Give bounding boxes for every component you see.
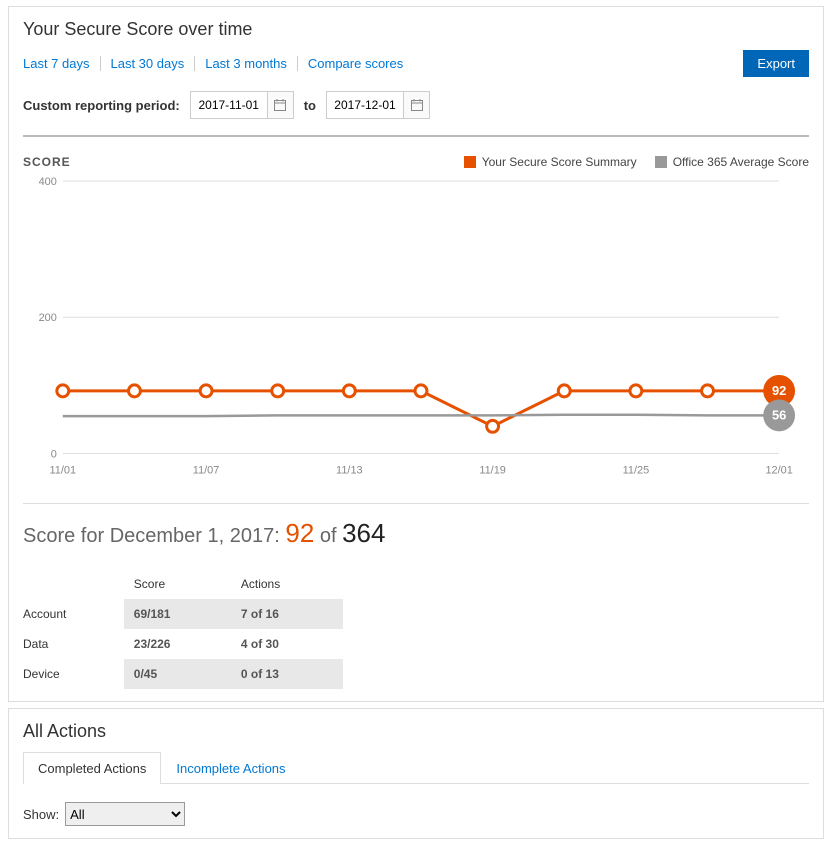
legend-item-your-score: Your Secure Score Summary — [464, 155, 637, 169]
breakdown-table: Score Actions Account69/1817 of 16Data23… — [23, 569, 343, 689]
score-chart: 0 200 400 11/01 11/07 11/13 11/19 11/25 12/01 92 5… — [23, 173, 809, 481]
svg-text:200: 200 — [39, 312, 57, 324]
row-label: Data — [23, 629, 124, 659]
custom-period-label: Custom reporting period: — [23, 98, 180, 113]
score-of-word: of — [314, 525, 342, 547]
show-label: Show: — [23, 807, 59, 822]
table-header-row: Score Actions — [23, 569, 343, 599]
top-options-row: Last 7 days Last 30 days Last 3 months C… — [23, 50, 809, 77]
table-row: Data23/2264 of 30 — [23, 629, 343, 659]
actions-tabs: Completed Actions Incomplete Actions — [23, 752, 809, 784]
range-last-3-months[interactable]: Last 3 months — [195, 56, 298, 71]
all-actions-panel: All Actions Completed Actions Incomplete… — [8, 708, 824, 839]
svg-text:11/13: 11/13 — [336, 464, 363, 476]
calendar-icon[interactable] — [267, 92, 293, 118]
svg-text:0: 0 — [51, 449, 57, 461]
score-current: 92 — [285, 518, 314, 548]
legend-label: Office 365 Average Score — [673, 155, 809, 169]
tab-completed-actions[interactable]: Completed Actions — [23, 752, 161, 784]
range-last-7-days[interactable]: Last 7 days — [23, 56, 101, 71]
table-row: Account69/1817 of 16 — [23, 599, 343, 629]
date-from-box — [190, 91, 294, 119]
custom-period-row: Custom reporting period: to — [23, 91, 809, 119]
row-label: Account — [23, 599, 124, 629]
secure-score-panel: Your Secure Score over time Last 7 days … — [8, 6, 824, 702]
legend-item-avg-score: Office 365 Average Score — [655, 155, 809, 169]
svg-text:56: 56 — [772, 407, 786, 422]
col-score: Score — [124, 569, 231, 599]
col-blank — [23, 569, 124, 599]
calendar-icon[interactable] — [403, 92, 429, 118]
row-score: 23/226 — [124, 629, 231, 659]
row-score: 0/45 — [124, 659, 231, 689]
score-for-prefix: Score for December 1, 2017: — [23, 525, 285, 547]
svg-text:11/25: 11/25 — [623, 464, 650, 476]
svg-text:92: 92 — [772, 383, 786, 398]
panel-title: Your Secure Score over time — [23, 19, 809, 40]
range-links: Last 7 days Last 30 days Last 3 months C… — [23, 56, 413, 71]
range-compare-scores[interactable]: Compare scores — [298, 56, 413, 71]
svg-text:11/19: 11/19 — [479, 464, 506, 476]
all-actions-title: All Actions — [23, 721, 809, 742]
row-actions: 0 of 13 — [231, 659, 343, 689]
range-last-30-days[interactable]: Last 30 days — [101, 56, 196, 71]
svg-text:11/01: 11/01 — [50, 464, 77, 476]
date-to-box — [326, 91, 430, 119]
to-label: to — [304, 98, 316, 113]
swatch-gray-icon — [655, 156, 667, 168]
score-for-row: Score for December 1, 2017: 92 of 364 — [23, 503, 809, 549]
export-button[interactable]: Export — [743, 50, 809, 77]
date-to-input[interactable] — [327, 94, 403, 116]
svg-text:11/07: 11/07 — [193, 464, 220, 476]
date-from-input[interactable] — [191, 94, 267, 116]
chart-area: 0 200 400 11/01 11/07 11/13 11/19 11/25 12/01 92 5… — [23, 173, 809, 481]
col-actions: Actions — [231, 569, 343, 599]
divider — [23, 135, 809, 137]
tab-incomplete-actions[interactable]: Incomplete Actions — [161, 752, 300, 784]
svg-text:400: 400 — [39, 176, 57, 188]
score-max: 364 — [342, 518, 385, 548]
chart-header: SCORE Your Secure Score Summary Office 3… — [23, 155, 809, 169]
swatch-orange-icon — [464, 156, 476, 168]
row-score: 69/181 — [124, 599, 231, 629]
chart-legend: Your Secure Score Summary Office 365 Ave… — [464, 155, 809, 169]
show-select[interactable]: All — [65, 802, 185, 826]
row-actions: 4 of 30 — [231, 629, 343, 659]
show-row: Show: All — [23, 802, 809, 826]
legend-label: Your Secure Score Summary — [482, 155, 637, 169]
chart-title: SCORE — [23, 155, 71, 169]
table-row: Device0/450 of 13 — [23, 659, 343, 689]
row-label: Device — [23, 659, 124, 689]
row-actions: 7 of 16 — [231, 599, 343, 629]
svg-text:12/01: 12/01 — [765, 464, 792, 476]
